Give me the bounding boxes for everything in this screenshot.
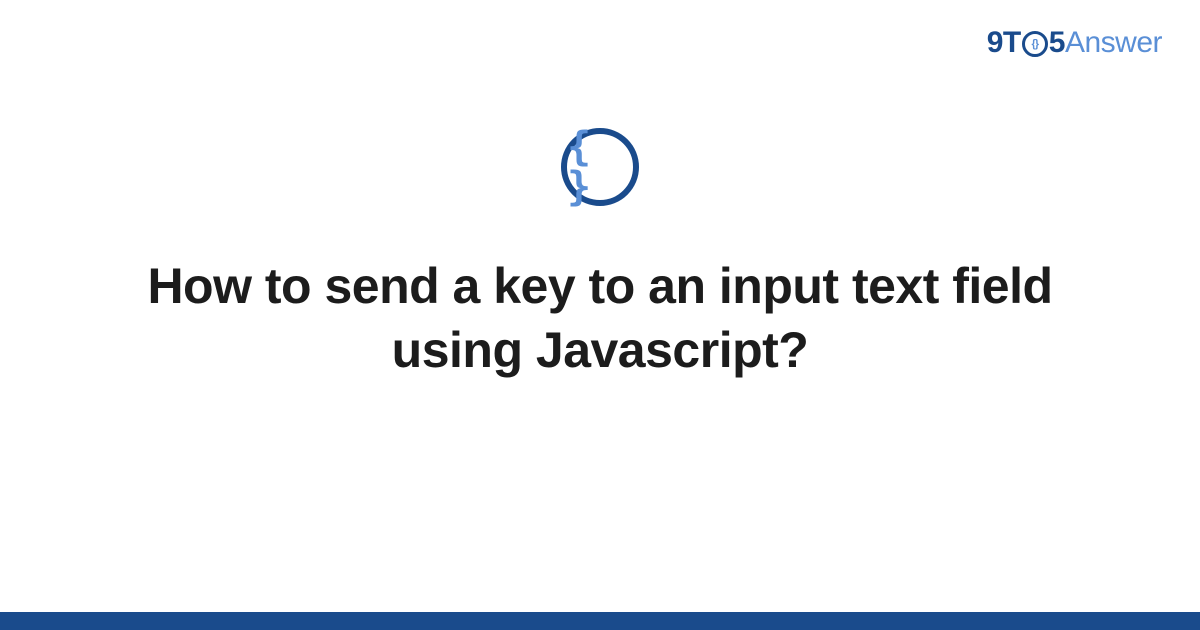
logo-circle-icon: {} xyxy=(1022,31,1048,57)
logo-text-9t: 9T xyxy=(987,26,1021,60)
category-badge-icon: { } xyxy=(561,128,639,206)
logo-text-5: 5 xyxy=(1049,26,1065,60)
site-logo: 9T {} 5 Answer xyxy=(987,26,1162,60)
main-content: { } How to send a key to an input text f… xyxy=(0,128,1200,382)
braces-icon: { } xyxy=(567,127,633,207)
footer-accent-bar xyxy=(0,612,1200,630)
logo-text-answer: Answer xyxy=(1065,26,1162,60)
question-title: How to send a key to an input text field… xyxy=(90,254,1110,382)
logo-circle-braces: {} xyxy=(1031,38,1038,50)
